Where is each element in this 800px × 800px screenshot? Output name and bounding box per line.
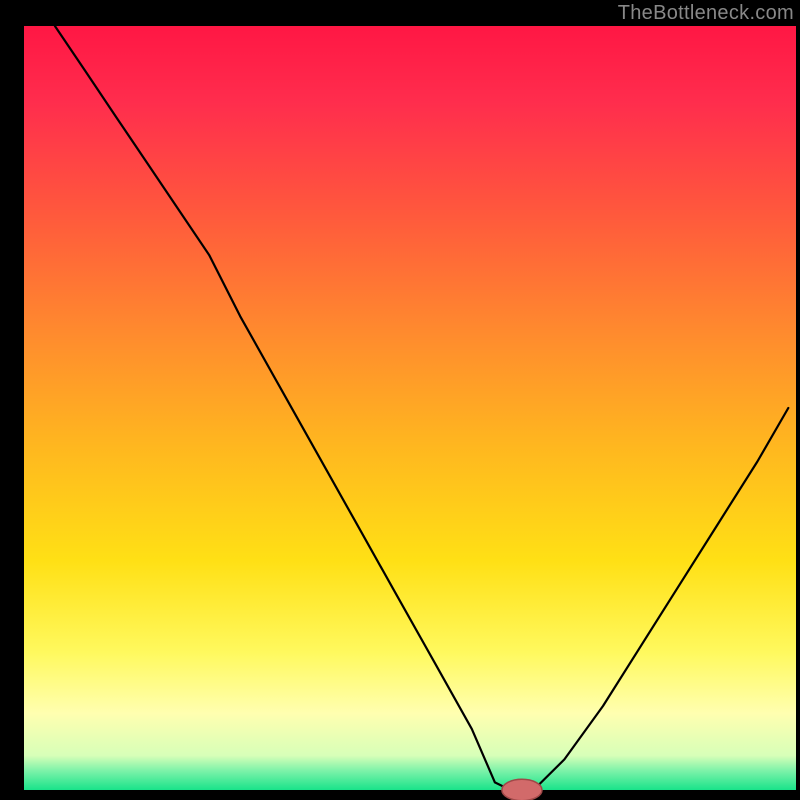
bottleneck-chart bbox=[0, 0, 800, 800]
plot-background bbox=[24, 26, 796, 790]
watermark-text: TheBottleneck.com bbox=[618, 2, 794, 25]
optimal-point-marker bbox=[502, 779, 542, 800]
chart-container: TheBottleneck.com bbox=[0, 0, 800, 800]
